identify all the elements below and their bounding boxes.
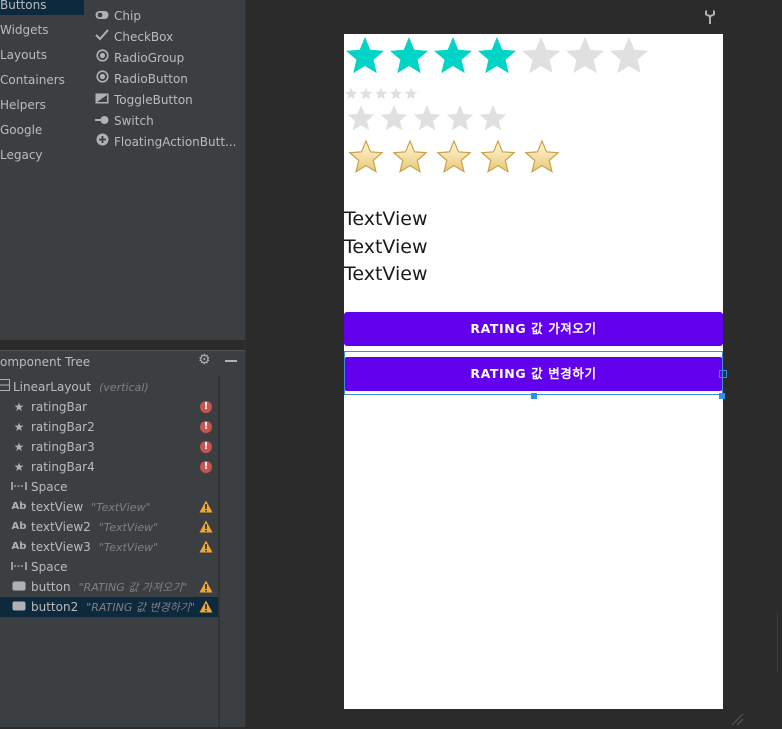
space-icon <box>11 557 27 577</box>
tree-row-label: ratingBar3 <box>31 440 95 454</box>
tree-row-button[interactable]: button "RATING 값 가져오기" <box>0 577 218 597</box>
right-panel-edge <box>777 612 782 672</box>
ratingBar2-star-4-empty[interactable] <box>389 87 403 100</box>
linear-layout-icon <box>0 377 12 397</box>
star-icon: ★ <box>13 400 25 414</box>
tree-row-label: button <box>31 580 71 594</box>
tree-row-label: button2 <box>31 600 79 614</box>
textview-icon: Ab <box>11 541 27 552</box>
tree-row-hint: "RATING 값 가져오기" <box>78 581 188 594</box>
ratingBar4-star-2-filled[interactable] <box>392 139 428 174</box>
text-view-1: TextView <box>344 208 428 230</box>
ratingBar-star-4-filled[interactable] <box>477 37 517 74</box>
star-icon: ★ <box>13 460 25 474</box>
tree-row-label: Space <box>31 480 68 494</box>
minimize-icon[interactable] <box>225 360 237 362</box>
ratingBar2-star-5-empty[interactable] <box>404 87 418 100</box>
tree-row-label: textView2 <box>31 520 91 534</box>
tree-row-label: ratingBar <box>31 400 88 414</box>
selection-outline <box>344 351 723 395</box>
tree-row-label: ratingBar2 <box>31 420 95 434</box>
ratingBar2-star-1-empty[interactable] <box>344 87 358 100</box>
tree-row-ratingbar2[interactable]: ★ ratingBar2 ! <box>0 417 218 437</box>
tree-row-textview2[interactable]: Ab textView2 "TextView" <box>0 517 218 537</box>
warning-icon[interactable] <box>199 520 213 534</box>
tree-row-ratingbar[interactable]: ★ ratingBar ! <box>0 397 218 417</box>
text-view-3: TextView <box>344 263 428 285</box>
component-tree-title: omponent Tree <box>0 355 91 369</box>
tree-row-space[interactable]: Space <box>0 477 218 497</box>
space-icon <box>11 477 27 497</box>
ratingBar3-star-1-empty[interactable] <box>347 105 375 131</box>
tree-row-space2[interactable]: Space <box>0 557 218 577</box>
tree-row-label: textView3 <box>31 540 91 554</box>
ratingBar3-star-3-empty[interactable] <box>413 105 441 131</box>
text-view-2: TextView <box>344 236 428 258</box>
error-icon[interactable]: ! <box>200 441 212 453</box>
ratingBar-star-7-empty[interactable] <box>609 37 649 74</box>
ratingBar-star-1-filled[interactable] <box>345 37 385 74</box>
tree-row-textview[interactable]: Ab textView "TextView" <box>0 497 218 517</box>
tree-row-label: LinearLayout <box>13 380 92 394</box>
tree-row-linearlayout[interactable]: LinearLayout (vertical) <box>0 377 218 397</box>
ratingBar4-star-3-filled[interactable] <box>436 139 472 174</box>
ratingBar-star-6-empty[interactable] <box>565 37 605 74</box>
warning-icon[interactable] <box>199 500 213 514</box>
ratingBar-star-3-filled[interactable] <box>433 37 473 74</box>
tree-row-hint: "TextView" <box>91 501 151 514</box>
warning-icon[interactable] <box>199 600 213 614</box>
tree-row-hint: "TextView" <box>98 541 159 554</box>
ratingBar3-star-5-empty[interactable] <box>479 105 507 131</box>
tree-row-hint: "TextView" <box>98 521 159 534</box>
ratingBar3-star-2-empty[interactable] <box>380 105 408 131</box>
get-rating-button[interactable]: RATING 값 가져오기 <box>344 312 723 346</box>
resize-handle-right[interactable] <box>719 370 727 378</box>
tree-row-button2[interactable]: button2 "RATING 값 변경하기" <box>0 597 218 617</box>
tree-row-hint: (vertical) <box>99 381 149 394</box>
warning-icon[interactable] <box>199 580 213 594</box>
button-icon <box>11 597 27 617</box>
gear-icon[interactable]: ⚙ <box>198 352 211 368</box>
tree-scrollbar[interactable] <box>218 375 220 727</box>
resize-handle-bottom[interactable] <box>531 393 537 399</box>
textview-icon: Ab <box>11 501 27 512</box>
tree-row-hint: "RATING 값 변경하기" <box>86 601 196 614</box>
ratingBar4-star-1-filled[interactable] <box>348 139 384 174</box>
ratingBar-star-2-filled[interactable] <box>389 37 429 74</box>
error-icon[interactable]: ! <box>200 401 212 413</box>
error-icon[interactable]: ! <box>200 461 212 473</box>
tree-row-label: Space <box>31 560 68 574</box>
button-icon <box>11 577 27 597</box>
error-icon[interactable]: ! <box>200 421 212 433</box>
textview-icon: Ab <box>11 521 27 532</box>
star-icon: ★ <box>13 420 25 434</box>
tree-row-label: ratingBar4 <box>31 460 95 474</box>
tree-row-ratingbar4[interactable]: ★ ratingBar4 ! <box>0 457 218 477</box>
component-tree: LinearLayout (vertical) ★ ratingBar ! ★ r… <box>0 375 245 727</box>
warning-icon[interactable] <box>199 540 213 554</box>
ratingBar-star-5-empty[interactable] <box>521 37 561 74</box>
ratingBar2-star-3-empty[interactable] <box>374 87 388 100</box>
ratingBar4-star-5-filled[interactable] <box>524 139 560 174</box>
ratingBar2-star-2-empty[interactable] <box>359 87 373 100</box>
canvas-resize-grip[interactable] <box>730 712 744 729</box>
ratingBar4-star-4-filled[interactable] <box>480 139 516 174</box>
rating-bars <box>344 37 649 174</box>
tree-row-ratingbar3[interactable]: ★ ratingBar3 ! <box>0 437 218 457</box>
tree-row-textview3[interactable]: Ab textView3 "TextView" <box>0 537 218 557</box>
resize-handle-bottom-right[interactable] <box>719 393 725 399</box>
tree-row-label: textView <box>31 500 84 514</box>
ratingBar3-star-4-empty[interactable] <box>446 105 474 131</box>
star-icon: ★ <box>13 440 25 454</box>
